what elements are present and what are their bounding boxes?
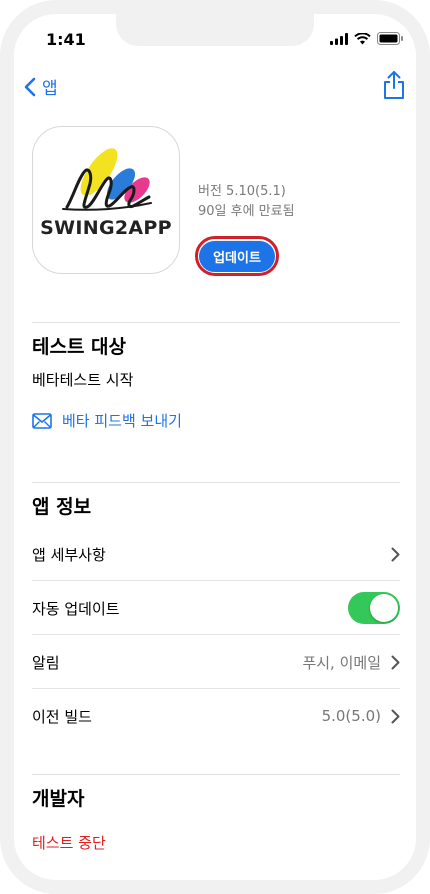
row-divider <box>32 634 400 635</box>
nav-bar: 앱 <box>14 70 416 110</box>
swing2app-logo-icon <box>62 148 152 211</box>
chevron-right-icon <box>391 547 400 561</box>
row-previous-builds[interactable]: 이전 빌드 5.0(5.0) <box>32 690 400 742</box>
phone-frame: 1:41 앱 SWING2APP 버전 5.10(5.1) 90일 후에 만료됨… <box>0 0 430 894</box>
section-divider <box>32 322 400 323</box>
wifi-icon <box>354 32 371 44</box>
update-button-label: 업데이트 <box>199 240 275 272</box>
row-divider <box>32 580 400 581</box>
app-icon-wordmark: SWING2APP <box>40 217 172 239</box>
info-section-title: 앱 정보 <box>32 496 92 518</box>
status-time: 1:41 <box>46 30 86 49</box>
row-auto-update: 자동 업데이트 <box>32 582 400 634</box>
share-icon <box>384 71 404 99</box>
status-bar: 1:41 <box>14 14 416 64</box>
row-label: 앱 세부사항 <box>32 545 106 564</box>
chevron-right-icon <box>391 709 400 723</box>
app-icon: SWING2APP <box>32 126 180 274</box>
app-version: 버전 5.10(5.1) <box>198 184 286 199</box>
back-label: 앱 <box>42 79 58 99</box>
update-button[interactable]: 업데이트 <box>195 236 279 276</box>
back-button[interactable]: 앱 <box>24 74 58 99</box>
row-label: 자동 업데이트 <box>32 599 120 618</box>
envelope-icon <box>32 412 52 429</box>
system-icons <box>330 32 404 45</box>
row-value: 푸시, 이메일 <box>302 653 381 672</box>
row-label: 이전 빌드 <box>32 707 92 726</box>
feedback-link-label: 베타 피드백 보내기 <box>62 412 182 430</box>
feedback-link[interactable]: 베타 피드백 보내기 <box>32 410 182 431</box>
row-notifications[interactable]: 알림 푸시, 이메일 <box>32 636 400 688</box>
share-button[interactable] <box>382 70 406 104</box>
row-value: 5.0(5.0) <box>321 707 381 725</box>
home-indicator <box>144 880 284 885</box>
row-right: 푸시, 이메일 <box>302 652 400 673</box>
signal-icon <box>330 32 348 45</box>
app-expiry: 90일 후에 만료됨 <box>198 204 295 219</box>
stop-testing-button[interactable]: 테스트 중단 <box>32 832 106 853</box>
test-section-title: 테스트 대상 <box>32 336 127 358</box>
developer-section-title: 개발자 <box>32 788 85 810</box>
chevron-right-icon <box>391 655 400 669</box>
section-divider <box>32 482 400 483</box>
app-meta: 버전 5.10(5.1) 90일 후에 만료됨 <box>198 182 295 222</box>
row-right <box>391 547 400 562</box>
row-app-details[interactable]: 앱 세부사항 <box>32 528 400 580</box>
chevron-left-icon <box>24 77 36 96</box>
battery-icon <box>377 32 403 45</box>
row-label: 알림 <box>32 653 60 672</box>
row-right: 5.0(5.0) <box>322 707 400 725</box>
test-status: 베타테스트 시작 <box>32 371 134 389</box>
auto-update-toggle[interactable] <box>348 592 400 624</box>
section-divider <box>32 774 400 775</box>
notch <box>116 14 314 46</box>
toggle-knob <box>370 594 398 622</box>
row-divider <box>32 688 400 689</box>
